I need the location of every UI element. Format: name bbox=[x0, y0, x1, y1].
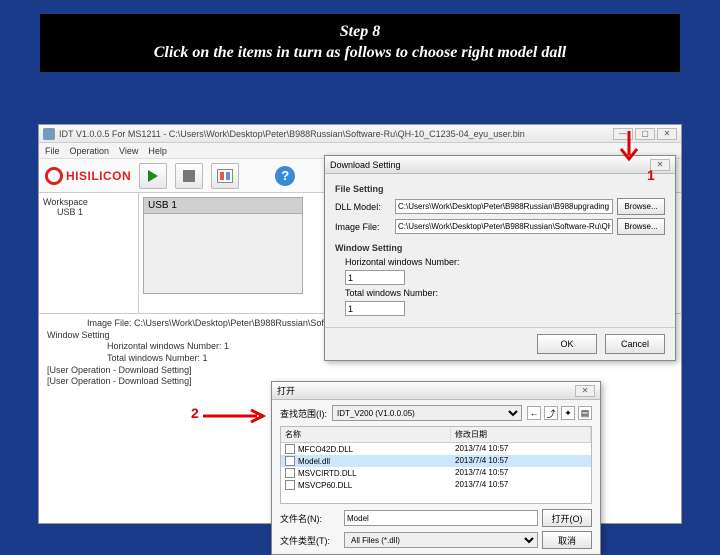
open-dialog-titlebar: 打开 ✕ bbox=[272, 382, 600, 400]
menu-operation[interactable]: Operation bbox=[70, 146, 110, 156]
open-cancel-button[interactable]: 取消 bbox=[542, 531, 592, 549]
usb-header: USB 1 bbox=[143, 197, 303, 214]
lookin-select[interactable]: IDT_V200 (V1.0.0.05) bbox=[332, 405, 522, 421]
open-button[interactable]: 打开(O) bbox=[542, 509, 592, 527]
lookin-label: 查找范围(I): bbox=[280, 407, 327, 420]
open-dialog-close-button[interactable]: ✕ bbox=[575, 385, 595, 397]
stop-button[interactable] bbox=[175, 163, 203, 189]
menu-help[interactable]: Help bbox=[148, 146, 167, 156]
file-setting-label: File Setting bbox=[335, 184, 665, 194]
annotation-number-2: 2 bbox=[191, 405, 199, 421]
file-icon bbox=[285, 480, 295, 490]
annotation-arrow-1 bbox=[617, 129, 641, 170]
file-row[interactable]: MFCO42D.DLL2013/7/4 10:57 bbox=[281, 443, 591, 455]
col-name[interactable]: 名称 bbox=[281, 427, 451, 442]
views-icon[interactable]: ▤ bbox=[578, 406, 592, 420]
app-icon bbox=[43, 128, 55, 140]
dll-model-label: DLL Model: bbox=[335, 202, 391, 212]
help-button[interactable]: ? bbox=[275, 166, 295, 186]
annotation-number-1: 1 bbox=[647, 167, 655, 183]
dialog-title: Download Setting bbox=[330, 160, 401, 170]
usb-panel: USB 1 bbox=[143, 197, 303, 309]
annotation-arrow-2 bbox=[201, 407, 269, 428]
up-icon[interactable]: ⤴ bbox=[544, 406, 558, 420]
dll-model-input[interactable] bbox=[395, 199, 613, 214]
ok-button[interactable]: OK bbox=[537, 334, 597, 354]
step-text: Click on the items in turn as follows to… bbox=[50, 43, 670, 64]
horizontal-number-label: Horizontal windows Number: bbox=[345, 257, 475, 267]
filetype-label: 文件类型(T): bbox=[280, 534, 340, 547]
total-number-label: Total windows Number: bbox=[345, 288, 475, 298]
instruction-banner: Step 8 Click on the items in turn as fol… bbox=[40, 14, 680, 72]
workspace-tree[interactable]: Workspace USB 1 bbox=[39, 193, 139, 313]
total-number-input[interactable] bbox=[345, 301, 405, 316]
logo: HISILICON bbox=[45, 167, 131, 185]
close-button[interactable]: ✕ bbox=[657, 128, 677, 140]
config-button[interactable] bbox=[211, 163, 239, 189]
filename-label: 文件名(N): bbox=[280, 512, 340, 525]
logo-icon bbox=[45, 167, 63, 185]
file-row-selected[interactable]: Model.dll2013/7/4 10:57 bbox=[281, 455, 591, 467]
file-row[interactable]: MSVCIRTD.DLL2013/7/4 10:57 bbox=[281, 467, 591, 479]
col-date[interactable]: 修改日期 bbox=[451, 427, 591, 442]
open-file-dialog: 打开 ✕ 查找范围(I): IDT_V200 (V1.0.0.05) ← ⤴ ✦… bbox=[271, 381, 601, 555]
file-list[interactable]: 名称 修改日期 MFCO42D.DLL2013/7/4 10:57 Model.… bbox=[280, 426, 592, 504]
filetype-select[interactable]: All Files (*.dll) bbox=[344, 532, 538, 548]
back-icon[interactable]: ← bbox=[527, 406, 541, 420]
file-icon bbox=[285, 456, 295, 466]
window-setting-label: Window Setting bbox=[335, 243, 665, 253]
image-file-input[interactable] bbox=[395, 219, 613, 234]
tree-usb1[interactable]: USB 1 bbox=[43, 207, 134, 217]
play-button[interactable] bbox=[139, 163, 167, 189]
logo-text: HISILICON bbox=[66, 169, 131, 183]
download-setting-dialog: Download Setting ✕ File Setting DLL Mode… bbox=[324, 155, 676, 361]
image-file-label: Image File: bbox=[335, 222, 391, 232]
app-window: IDT V1.0.0.5 For MS1211 - C:\Users\Work\… bbox=[38, 124, 682, 524]
file-icon bbox=[285, 468, 295, 478]
titlebar: IDT V1.0.0.5 For MS1211 - C:\Users\Work\… bbox=[39, 125, 681, 143]
menu-view[interactable]: View bbox=[119, 146, 138, 156]
file-icon bbox=[285, 444, 295, 454]
horizontal-number-input[interactable] bbox=[345, 270, 405, 285]
tree-root[interactable]: Workspace bbox=[43, 197, 134, 207]
usb-body bbox=[143, 214, 303, 294]
newfolder-icon[interactable]: ✦ bbox=[561, 406, 575, 420]
cancel-button[interactable]: Cancel bbox=[605, 334, 665, 354]
menu-file[interactable]: File bbox=[45, 146, 60, 156]
open-dialog-title: 打开 bbox=[277, 384, 295, 397]
image-browse-button[interactable]: Browse... bbox=[617, 218, 665, 235]
filename-input[interactable] bbox=[344, 510, 538, 526]
dll-browse-button[interactable]: Browse... bbox=[617, 198, 665, 215]
window-title: IDT V1.0.0.5 For MS1211 - C:\Users\Work\… bbox=[59, 129, 525, 139]
file-row[interactable]: MSVCP60.DLL2013/7/4 10:57 bbox=[281, 479, 591, 491]
step-number: Step 8 bbox=[50, 22, 670, 43]
